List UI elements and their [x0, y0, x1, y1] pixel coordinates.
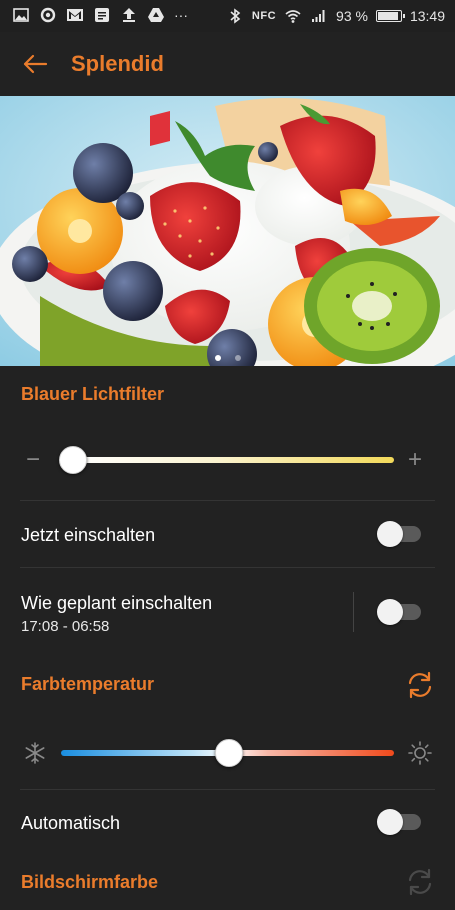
nfc-indicator: NFC [251, 10, 277, 22]
snowflake-icon[interactable] [23, 741, 47, 765]
page-title: Splendid [71, 51, 164, 76]
sun-icon[interactable] [407, 740, 433, 766]
blue-light-slider-thumb[interactable] [59, 446, 87, 474]
vertical-divider [353, 592, 354, 632]
notification-icons: ··· [12, 6, 188, 24]
hero-carousel[interactable] [0, 96, 455, 366]
page-dot-2[interactable] [234, 355, 241, 361]
more-icon: ··· [174, 7, 188, 23]
carousel-indicator [0, 355, 455, 361]
divider [20, 500, 435, 501]
sync-icon [40, 7, 56, 23]
reset-icon-disabled [408, 868, 432, 896]
screen-color-title: Bildschirmfarbe [21, 872, 159, 892]
color-temperature-slider-thumb[interactable] [214, 739, 243, 767]
blue-light-slider[interactable] [72, 457, 394, 463]
signal-icon [312, 10, 325, 22]
bluetooth-icon [230, 8, 241, 24]
automatic-label: Automatisch [21, 813, 121, 833]
plus-icon[interactable]: + [408, 446, 422, 474]
gallery-icon [13, 8, 29, 22]
minus-icon[interactable]: − [26, 446, 40, 474]
back-arrow-icon[interactable] [20, 49, 50, 79]
divider [20, 567, 435, 568]
battery-percent: 93 % [336, 8, 368, 24]
gmail-icon [67, 9, 83, 21]
scheduled-label[interactable]: Wie geplant einschalten [21, 593, 212, 614]
fruit-salad-image [0, 96, 455, 366]
clock: 13:49 [409, 8, 445, 24]
app-bar: Splendid [0, 32, 455, 96]
system-icons: NFC 93 % 13:49 [226, 0, 445, 32]
status-bar: ··· NFC 93 % 13:49 [0, 0, 455, 32]
reset-icon[interactable] [404, 669, 436, 701]
battery-icon [375, 10, 405, 22]
color-temperature-title: Farbtemperatur [21, 674, 155, 694]
now-toggle-label: Jetzt einschalten [21, 525, 156, 545]
now-toggle-switch[interactable] [377, 521, 421, 547]
scheduled-time-range: 17:08 - 06:58 [21, 618, 110, 635]
automatic-toggle-switch[interactable] [377, 809, 421, 835]
drive-icon [148, 8, 164, 22]
divider [20, 789, 435, 790]
wifi-icon [285, 10, 301, 23]
blue-light-filter-title: Blauer Lichtfilter [21, 384, 165, 404]
page-dot-1[interactable] [214, 355, 221, 361]
upload-icon [123, 8, 135, 22]
notes-icon [95, 8, 109, 22]
scheduled-toggle-switch[interactable] [377, 599, 421, 625]
